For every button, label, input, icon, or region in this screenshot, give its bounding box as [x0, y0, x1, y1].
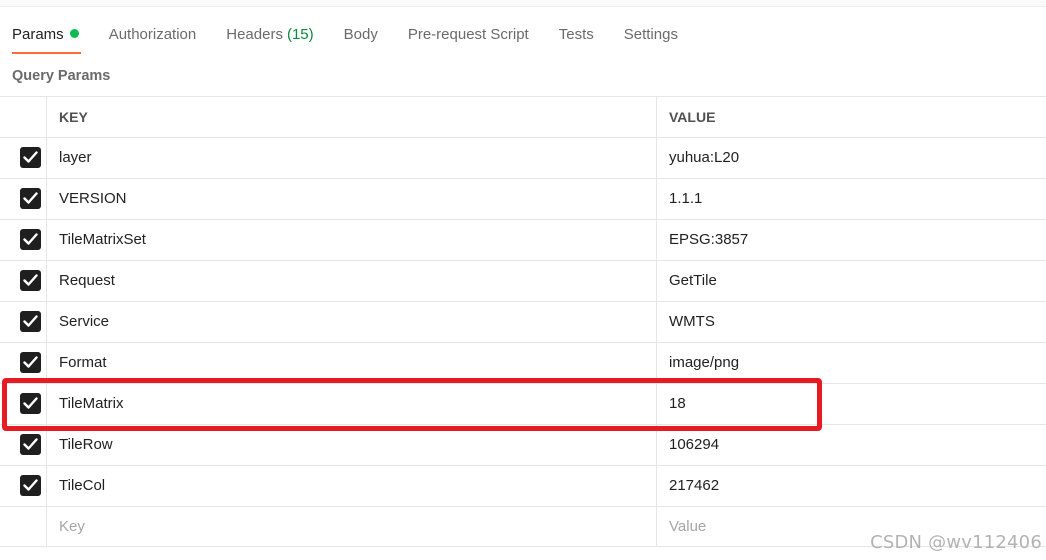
checkmark-icon	[23, 233, 38, 245]
table-row: layer yuhua:L20	[0, 137, 1046, 178]
param-value[interactable]: WMTS	[657, 302, 1046, 342]
row-checkbox[interactable]	[20, 311, 41, 332]
param-value[interactable]: 217462	[657, 466, 1046, 506]
row-checkbox[interactable]	[20, 270, 41, 291]
param-key[interactable]: layer	[47, 138, 657, 178]
row-check-cell	[0, 343, 47, 383]
tab-pre-request-script-label: Pre-request Script	[407, 26, 529, 43]
header-check-cell	[0, 97, 47, 137]
request-tabs: Params Authorization Headers (15) Body Pr…	[12, 24, 708, 56]
param-key[interactable]: Request	[47, 261, 657, 301]
tab-body[interactable]: Body	[344, 24, 378, 54]
checkmark-icon	[23, 151, 38, 163]
table-row: TileMatrix 18	[0, 383, 1046, 424]
row-checkbox[interactable]	[20, 393, 41, 414]
status-dot-icon	[69, 29, 79, 38]
checkmark-icon	[23, 315, 38, 327]
column-header-key: KEY	[47, 97, 657, 137]
param-key[interactable]: TileMatrix	[47, 384, 657, 424]
param-key[interactable]: TileCol	[47, 466, 657, 506]
table-header-row: KEY VALUE	[0, 96, 1046, 137]
param-value[interactable]: EPSG:3857	[657, 220, 1046, 260]
top-divider	[0, 0, 1046, 7]
row-check-cell	[0, 138, 47, 178]
table-row: VERSION 1.1.1	[0, 178, 1046, 219]
headers-count: (15)	[286, 26, 314, 43]
row-check-cell	[0, 302, 47, 342]
param-key[interactable]: Format	[47, 343, 657, 383]
row-checkbox[interactable]	[20, 229, 41, 250]
row-checkbox[interactable]	[20, 475, 41, 496]
row-check-cell	[0, 220, 47, 260]
checkmark-icon	[23, 192, 38, 204]
tab-authorization[interactable]: Authorization	[109, 24, 197, 54]
tab-tests[interactable]: Tests	[559, 24, 594, 54]
tab-settings[interactable]: Settings	[624, 24, 678, 54]
row-checkbox[interactable]	[20, 188, 41, 209]
tab-authorization-label: Authorization	[108, 26, 197, 43]
param-value[interactable]: 106294	[657, 425, 1046, 465]
row-checkbox[interactable]	[20, 147, 41, 168]
param-value[interactable]: image/png	[657, 343, 1046, 383]
tab-pre-request-script[interactable]: Pre-request Script	[408, 24, 529, 54]
row-checkbox[interactable]	[20, 352, 41, 373]
row-check-cell	[0, 261, 47, 301]
table-row: TileMatrixSet EPSG:3857	[0, 219, 1046, 260]
param-value[interactable]: 18	[657, 384, 1046, 424]
tab-body-label: Body	[343, 26, 378, 43]
tab-params-label: Params	[12, 26, 64, 43]
checkmark-icon	[23, 274, 38, 286]
table-row: Request GetTile	[0, 260, 1046, 301]
query-params-table: KEY VALUE layer yuhua:L20 VERSION 1.1.1	[0, 96, 1046, 547]
tab-tests-label: Tests	[558, 26, 594, 43]
param-value[interactable]: yuhua:L20	[657, 138, 1046, 178]
tab-headers[interactable]: Headers (15)	[226, 24, 313, 54]
table-row: Service WMTS	[0, 301, 1046, 342]
column-header-value: VALUE	[669, 109, 716, 125]
checkmark-icon	[23, 397, 38, 409]
active-tab-underline	[12, 52, 81, 54]
row-check-cell	[0, 384, 47, 424]
section-title: Query Params	[12, 68, 111, 84]
checkmark-icon	[23, 479, 38, 491]
table-row: TileCol 217462	[0, 465, 1046, 506]
checkmark-icon	[23, 356, 38, 368]
watermark: CSDN @wv112406	[870, 532, 1042, 553]
table-row: Format image/png	[0, 342, 1046, 383]
row-check-cell	[0, 507, 47, 546]
param-value[interactable]: 1.1.1	[657, 179, 1046, 219]
params-panel: Params Authorization Headers (15) Body Pr…	[0, 0, 1046, 560]
param-key[interactable]: TileRow	[47, 425, 657, 465]
row-check-cell	[0, 425, 47, 465]
param-key[interactable]: Service	[47, 302, 657, 342]
new-key-input[interactable]: Key	[47, 507, 657, 546]
checkmark-icon	[23, 438, 38, 450]
tab-params[interactable]: Params	[12, 24, 81, 54]
param-key[interactable]: TileMatrixSet	[47, 220, 657, 260]
tab-settings-label: Settings	[623, 26, 678, 43]
param-value[interactable]: GetTile	[657, 261, 1046, 301]
table-row: TileRow 106294	[0, 424, 1046, 465]
tab-headers-label: Headers	[226, 26, 283, 43]
row-checkbox[interactable]	[20, 434, 41, 455]
row-check-cell	[0, 179, 47, 219]
param-key[interactable]: VERSION	[47, 179, 657, 219]
row-check-cell	[0, 466, 47, 506]
